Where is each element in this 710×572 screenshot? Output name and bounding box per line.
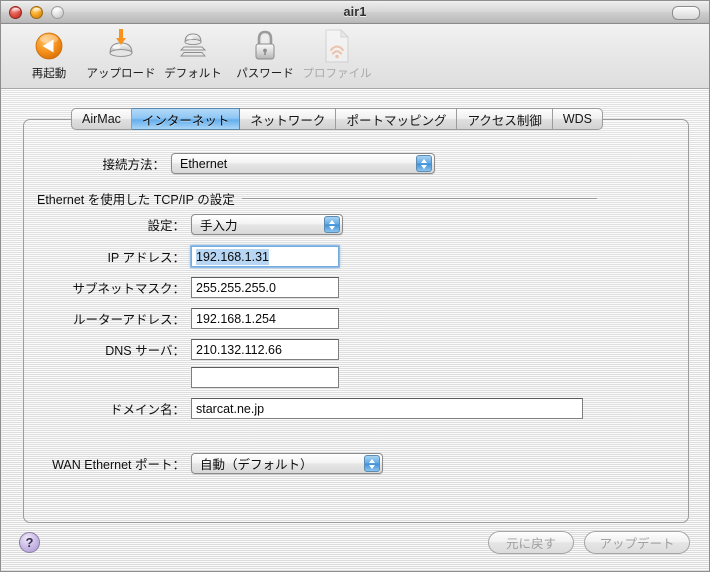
ip-address-value: 192.168.1.31 bbox=[196, 248, 269, 265]
ip-address-input[interactable]: 192.168.1.31 bbox=[190, 245, 340, 268]
toolbar-item-label: 再起動 bbox=[31, 68, 67, 80]
dns-primary-input[interactable]: 210.132.112.66 bbox=[191, 339, 339, 360]
router-address-input[interactable]: 192.168.1.254 bbox=[191, 308, 339, 329]
subnet-mask-value: 255.255.255.0 bbox=[196, 280, 276, 295]
config-popup[interactable]: 手入力 bbox=[191, 214, 343, 235]
tab-internet[interactable]: インターネット bbox=[131, 108, 241, 130]
tab-port-mapping[interactable]: ポートマッピング bbox=[336, 108, 458, 130]
help-button[interactable]: ? bbox=[19, 532, 40, 553]
toolbar-item-label: デフォルト bbox=[164, 68, 222, 80]
toolbar-item-default[interactable]: デフォルト bbox=[157, 28, 229, 81]
minimize-button-icon[interactable] bbox=[30, 5, 43, 19]
domain-name-input[interactable]: starcat.ne.jp bbox=[191, 398, 583, 419]
tab-label: WDS bbox=[562, 112, 593, 126]
toolbar-item-restart[interactable]: 再起動 bbox=[13, 28, 85, 81]
tab-label: ポートマッピング bbox=[346, 113, 447, 128]
window-title: air1 bbox=[343, 5, 367, 19]
toolbar-item-label: パスワード bbox=[236, 68, 294, 80]
zoom-button-icon[interactable] bbox=[51, 5, 64, 19]
chevron-updown-icon bbox=[324, 216, 340, 233]
section-divider bbox=[241, 198, 597, 199]
tab-bar: AirMac インターネット ネットワーク ポートマッピング アクセス制御 WD… bbox=[71, 108, 604, 130]
profile-icon bbox=[322, 28, 352, 64]
domain-name-row: ドメイン名： starcat.ne.jp bbox=[37, 398, 597, 419]
revert-button[interactable]: 元に戻す bbox=[488, 531, 574, 554]
toolbar-item-profile[interactable]: プロファイル bbox=[301, 28, 373, 81]
router-address-label: ルーターアドレス： bbox=[72, 313, 185, 327]
tab-access-control[interactable]: アクセス制御 bbox=[457, 108, 553, 130]
title-bar: air1 bbox=[1, 1, 709, 24]
subnet-mask-row: サブネットマスク： 255.255.255.0 bbox=[37, 277, 377, 298]
wan-port-label: WAN Ethernet ポート： bbox=[52, 458, 185, 472]
domain-name-value: starcat.ne.jp bbox=[196, 401, 265, 416]
dns-primary-value: 210.132.112.66 bbox=[196, 342, 282, 357]
traffic-lights bbox=[9, 5, 64, 19]
help-button-label: ? bbox=[25, 535, 34, 550]
router-address-row: ルーターアドレス： 192.168.1.254 bbox=[37, 308, 377, 329]
subnet-mask-input[interactable]: 255.255.255.0 bbox=[191, 277, 339, 298]
chevron-updown-icon bbox=[416, 155, 432, 172]
subnet-mask-label: サブネットマスク： bbox=[72, 282, 185, 296]
connection-method-label: 接続方法： bbox=[102, 158, 165, 172]
tab-wds[interactable]: WDS bbox=[552, 108, 604, 130]
ip-address-label: IP アドレス： bbox=[107, 251, 185, 265]
default-icon bbox=[175, 28, 211, 64]
update-button[interactable]: アップデート bbox=[584, 531, 690, 554]
tab-label: インターネット bbox=[141, 113, 230, 128]
tab-network[interactable]: ネットワーク bbox=[240, 108, 337, 130]
connection-method-value: Ethernet bbox=[180, 156, 228, 171]
ip-address-row: IP アドレス： 192.168.1.31 bbox=[37, 245, 377, 268]
toolbar-item-password[interactable]: パスワード bbox=[229, 28, 301, 81]
toolbar-toggle-button[interactable] bbox=[672, 6, 700, 20]
update-button-label: アップデート bbox=[599, 537, 675, 551]
domain-name-label: ドメイン名： bbox=[109, 403, 185, 417]
chevron-updown-icon bbox=[364, 455, 380, 472]
tab-label: アクセス制御 bbox=[467, 113, 542, 128]
wan-port-popup[interactable]: 自動（デフォルト） bbox=[191, 453, 383, 474]
config-label: 設定： bbox=[147, 219, 185, 233]
tab-label: ネットワーク bbox=[250, 113, 326, 128]
config-row: 設定： 手入力 bbox=[37, 214, 357, 235]
tcpip-section-header: Ethernet を使用した TCP/IP の設定 bbox=[37, 189, 597, 208]
connection-method-popup[interactable]: Ethernet bbox=[171, 153, 435, 174]
config-value: 手入力 bbox=[200, 219, 238, 233]
upload-icon bbox=[103, 28, 139, 64]
revert-button-label: 元に戻す bbox=[505, 537, 556, 551]
toolbar: 再起動 アップロード デフォルト パスワード プロファイル bbox=[1, 24, 709, 89]
tcpip-section-label: Ethernet を使用した TCP/IP の設定 bbox=[37, 193, 235, 207]
tab-label: AirMac bbox=[82, 112, 121, 126]
close-button-icon[interactable] bbox=[9, 5, 22, 19]
toolbar-item-label: プロファイル bbox=[302, 68, 372, 80]
dns-secondary-row bbox=[37, 367, 377, 388]
dns-primary-label: DNS サーバ： bbox=[105, 344, 185, 358]
app-window: air1 再起動 アップロード デフォルト パスワード プロファイル AirMa… bbox=[0, 0, 710, 572]
dns-secondary-input[interactable] bbox=[191, 367, 339, 388]
password-icon bbox=[249, 28, 281, 64]
wan-port-value: 自動（デフォルト） bbox=[200, 458, 313, 472]
toolbar-item-label: アップロード bbox=[86, 68, 156, 80]
toolbar-item-upload[interactable]: アップロード bbox=[85, 28, 157, 81]
tab-airmac[interactable]: AirMac bbox=[71, 108, 132, 130]
dns-primary-row: DNS サーバ： 210.132.112.66 bbox=[37, 339, 377, 360]
wan-port-row: WAN Ethernet ポート： 自動（デフォルト） bbox=[29, 453, 429, 474]
restart-icon bbox=[33, 28, 65, 64]
router-address-value: 192.168.1.254 bbox=[196, 311, 276, 326]
connection-method-row: 接続方法： Ethernet bbox=[37, 153, 437, 174]
